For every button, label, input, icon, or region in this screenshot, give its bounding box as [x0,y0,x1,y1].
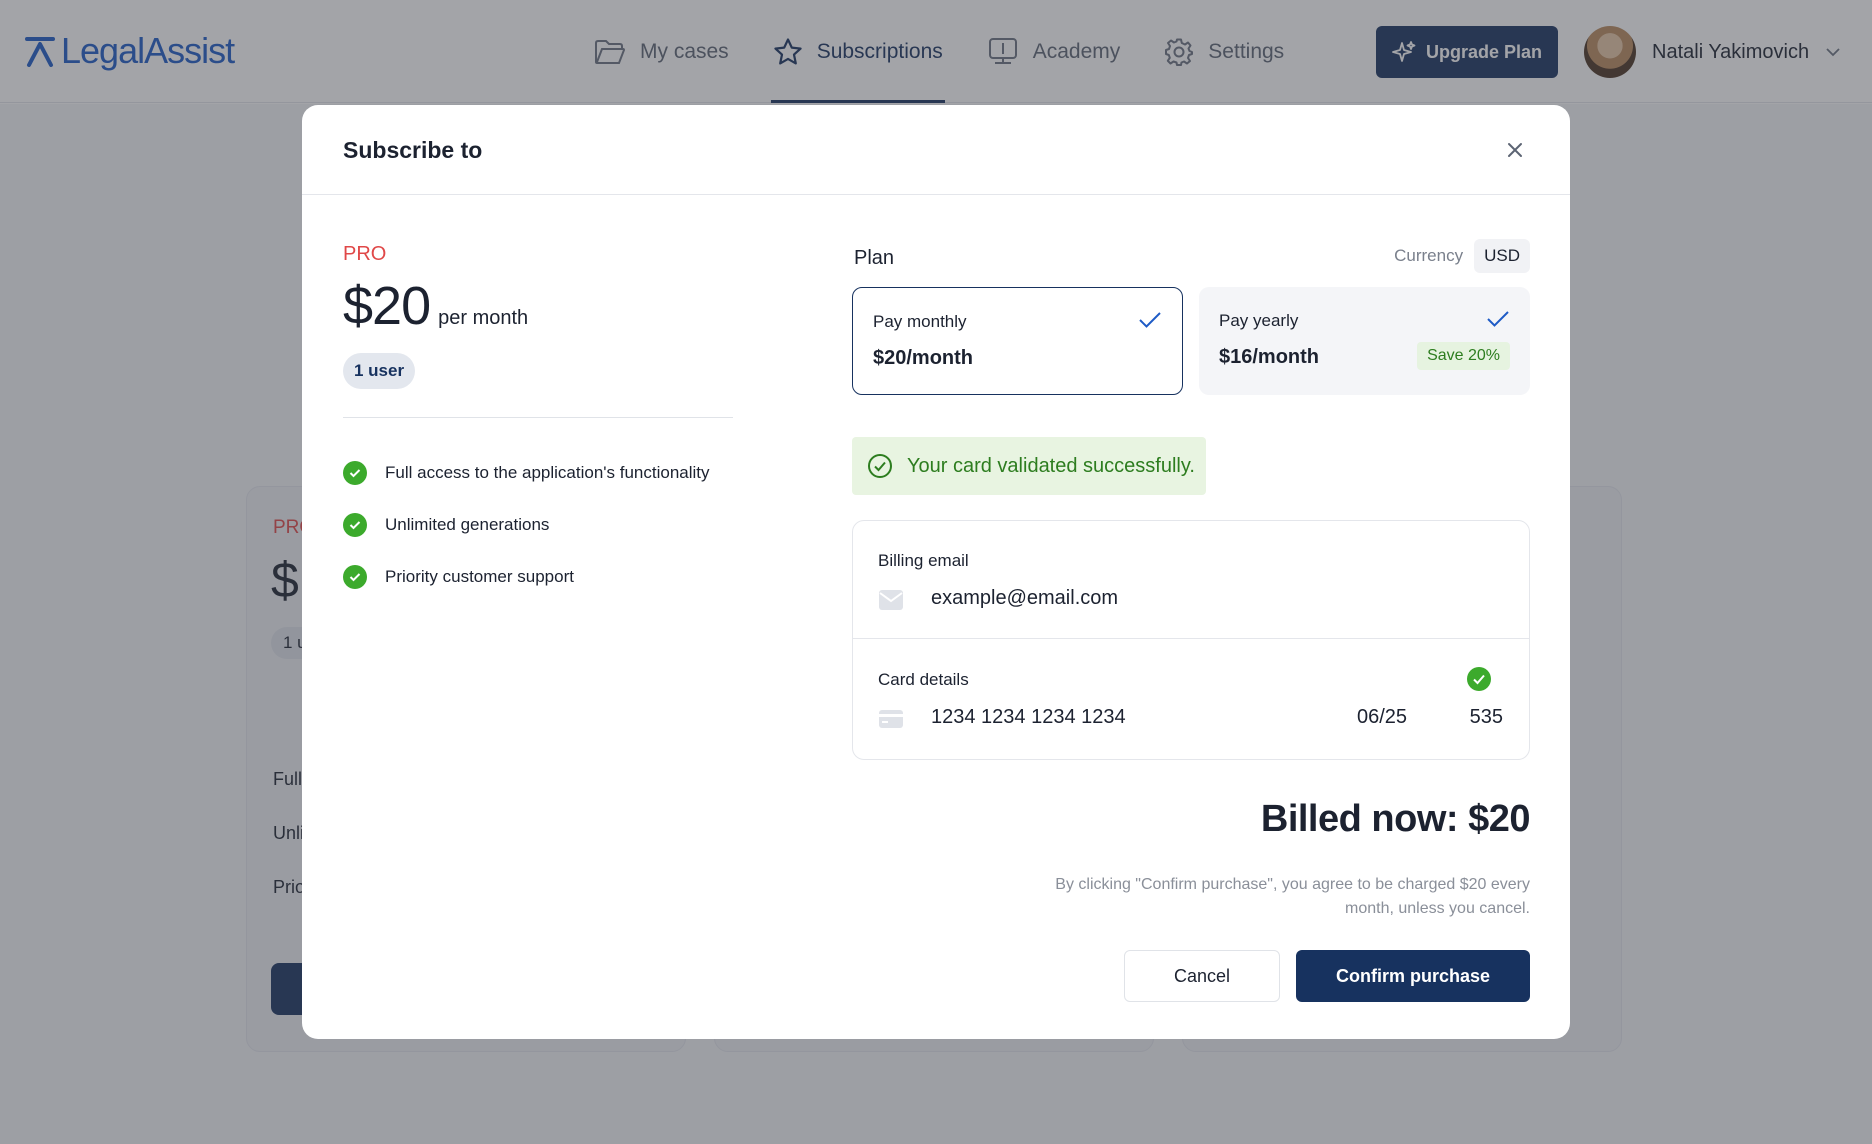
pay-yearly-option[interactable]: Pay yearly $16/month Save 20% [1199,287,1530,395]
check-circle-icon [343,565,367,589]
check-circle-icon [343,513,367,537]
cancel-button[interactable]: Cancel [1124,950,1280,1002]
currency-selector: Currency USD [1394,239,1530,273]
list-item: Unlimited generations [343,499,710,551]
billing-email-label: Billing email [878,551,969,570]
currency-label: Currency [1394,246,1464,265]
option-title: Pay yearly [1219,311,1299,330]
users-badge: 1 user [343,353,416,389]
feature-text: Full access to the application's functio… [385,463,710,482]
billing-email-field[interactable]: example@email.com [931,587,1118,610]
save-badge: Save 20% [1417,342,1510,370]
card-details-section: Card details 1234 1234 1234 1234 06/25 5… [853,640,1529,758]
currency-select[interactable]: USD [1474,239,1530,273]
modal-header: Subscribe to [302,105,1570,195]
feature-text: Unlimited generations [385,515,550,534]
card-validated-banner: Your card validated successfully. [852,437,1206,495]
feature-list: Full access to the application's functio… [343,447,710,603]
billing-email-section: Billing email example@email.com [853,521,1529,639]
check-circle-outline-icon [868,454,892,478]
divider [343,417,733,418]
check-icon [1487,311,1509,327]
feature-text: Priority customer support [385,567,574,586]
card-number-field[interactable]: 1234 1234 1234 1234 [931,706,1126,729]
plan-price-row: $20 per month [343,275,528,337]
close-icon[interactable] [1504,139,1526,161]
success-text: Your card validated successfully. [907,454,1195,477]
plan-label: Plan [854,247,895,269]
option-title: Pay monthly [873,312,967,331]
billing-form: Billing email example@email.com Card det… [852,520,1530,760]
mail-icon [879,590,903,610]
check-circle-icon [343,461,367,485]
billed-now-total: Billed now: $20 [1260,798,1531,840]
subscribe-modal: Subscribe to PRO $20 per month 1 user Fu… [302,105,1570,1039]
card-valid-icon [1467,667,1491,691]
card-details-label: Card details [878,670,969,689]
option-price: $20/month [873,347,974,369]
plan-price: $20 [343,276,431,336]
option-price: $16/month [1219,346,1320,368]
confirm-purchase-button[interactable]: Confirm purchase [1296,950,1530,1002]
card-cvc-field[interactable]: 535 [1470,706,1503,729]
modal-title: Subscribe to [343,137,483,163]
credit-card-icon [879,710,903,728]
plan-period: per month [438,307,529,329]
purchase-disclaimer: By clicking "Confirm purchase", you agre… [1055,876,1530,917]
list-item: Priority customer support [343,551,710,603]
check-icon [1139,312,1161,328]
list-item: Full access to the application's functio… [343,447,710,499]
pay-monthly-option[interactable]: Pay monthly $20/month [852,287,1183,395]
card-expiry-field[interactable]: 06/25 [1357,706,1407,729]
billing-period-options: Pay monthly $20/month Pay yearly $16/mon… [852,287,1530,395]
plan-name: PRO [343,243,387,265]
